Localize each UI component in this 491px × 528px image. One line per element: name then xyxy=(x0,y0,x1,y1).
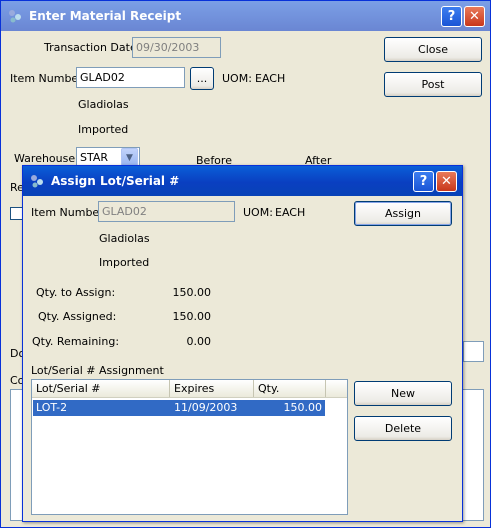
item-number-field[interactable]: GLAD02 xyxy=(76,67,185,88)
row-qty-cell: 150.00 xyxy=(283,401,323,414)
help-icon[interactable]: ? xyxy=(413,170,434,192)
qty-assigned-label: Qty. Assigned: xyxy=(38,310,117,323)
row-lot-cell: LOT-2 xyxy=(36,401,68,414)
item-description-1: Gladiolas xyxy=(78,98,129,111)
qty-to-assign-label: Qty. to Assign: xyxy=(36,286,116,299)
assign-button[interactable]: Assign xyxy=(354,201,452,226)
help-icon[interactable]: ? xyxy=(441,5,462,27)
main-window-title: Enter Material Receipt xyxy=(29,9,182,23)
dialog-uom-label: UOM: xyxy=(243,206,273,219)
delete-button[interactable]: Delete xyxy=(354,416,452,441)
dialog-titlebar: Assign Lot/Serial # ? ✕ xyxy=(23,166,462,196)
close-button[interactable]: Close xyxy=(384,37,482,62)
new-button-label: New xyxy=(391,387,415,400)
delete-button-label: Delete xyxy=(384,422,422,435)
column-header-qty[interactable]: Qty. xyxy=(254,380,326,397)
lot-serial-assignment-label: Lot/Serial # Assignment xyxy=(31,364,164,377)
dialog-item-description-2: Imported xyxy=(99,256,150,269)
qty-remaining-value: 0.00 xyxy=(186,335,212,348)
close-icon[interactable]: ✕ xyxy=(436,170,457,192)
app-icon xyxy=(31,175,43,188)
assign-button-label: Assign xyxy=(385,207,421,220)
dialog-title: Assign Lot/Serial # xyxy=(51,174,180,188)
item-description-2: Imported xyxy=(78,123,129,136)
item-browse-button[interactable]: ... xyxy=(190,67,214,90)
app-icon xyxy=(9,10,21,23)
close-icon[interactable]: ✕ xyxy=(464,5,485,27)
qty-assigned-value: 150.00 xyxy=(172,310,212,323)
post-button[interactable]: Post xyxy=(384,72,482,97)
uom-value: EACH xyxy=(255,72,286,85)
assign-lot-serial-dialog: Assign Lot/Serial # ? ✕ Item Number: GLA… xyxy=(22,165,463,522)
qty-remaining-label: Qty. Remaining: xyxy=(32,335,120,348)
warehouse-label: Warehouse: xyxy=(14,152,79,165)
column-header-expires[interactable]: Expires xyxy=(170,380,254,397)
column-header-lot[interactable]: Lot/Serial # xyxy=(32,380,170,397)
dialog-uom-value: EACH xyxy=(275,206,306,219)
dialog-item-description-1: Gladiolas xyxy=(99,232,150,245)
row-expires-cell: 11/09/2003 xyxy=(174,401,238,414)
item-number-label: Item Number: xyxy=(10,72,87,85)
dialog-item-number-label: Item Number: xyxy=(31,206,108,219)
transaction-date-field[interactable]: 09/30/2003 xyxy=(132,37,221,58)
close-button-label: Close xyxy=(418,43,448,56)
qty-to-assign-value: 150.00 xyxy=(172,286,212,299)
dialog-item-number-field[interactable]: GLAD02 xyxy=(98,201,235,222)
grid-header: Lot/Serial # Expires Qty. xyxy=(32,380,347,398)
transaction-date-label: Transaction Date: xyxy=(44,41,141,54)
post-button-label: Post xyxy=(421,78,445,91)
main-right-field[interactable] xyxy=(463,341,484,362)
table-row[interactable]: LOT-2 11/09/2003 150.00 xyxy=(33,400,325,416)
uom-label: UOM: xyxy=(222,72,252,85)
new-button[interactable]: New xyxy=(354,381,452,406)
main-titlebar: Enter Material Receipt ? ✕ xyxy=(1,1,490,31)
lot-serial-grid[interactable]: Lot/Serial # Expires Qty. LOT-2 11/09/20… xyxy=(31,379,348,515)
